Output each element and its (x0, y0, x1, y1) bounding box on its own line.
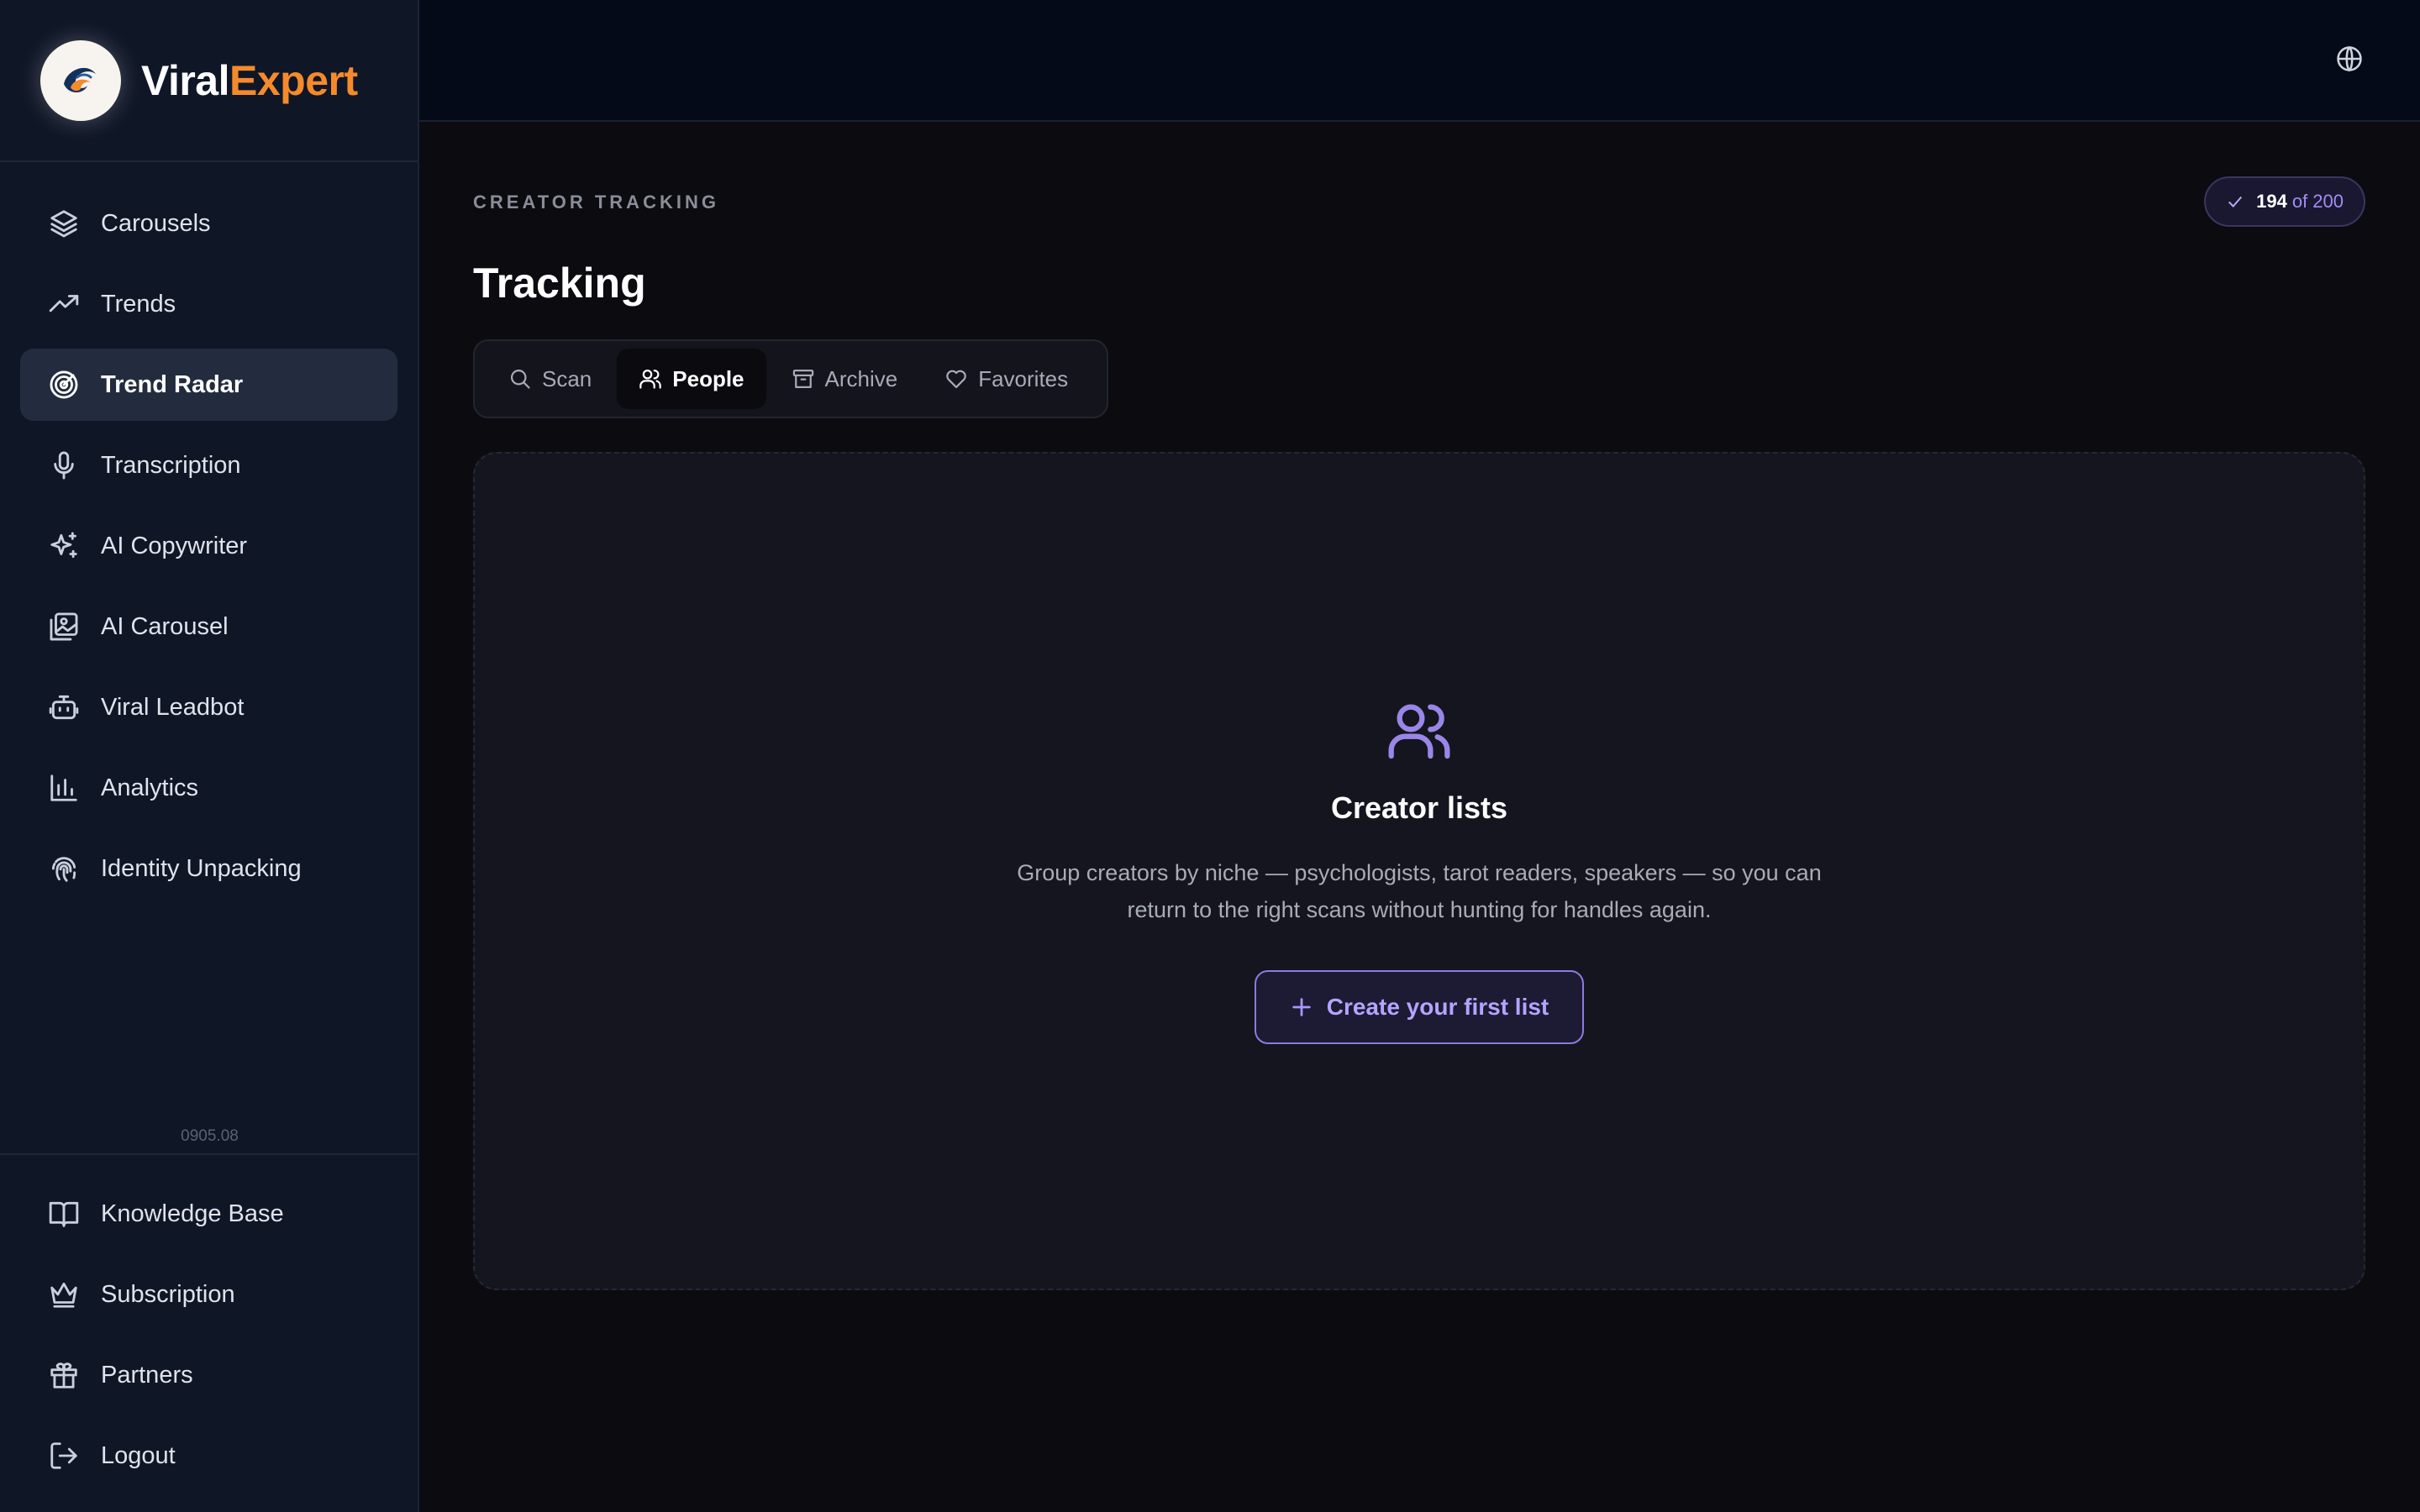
sidebar-item-label: Subscription (101, 1280, 235, 1308)
sidebar: ViralExpert Carousels Trends Trend Radar… (0, 0, 419, 1512)
images-icon (47, 610, 81, 643)
sidebar-item-label: Carousels (101, 209, 211, 237)
quota-used: 194 (2256, 191, 2287, 212)
fingerprint-icon (47, 852, 81, 885)
sidebar-item-label: AI Carousel (101, 612, 229, 640)
sidebar-item-identity-unpacking[interactable]: Identity Unpacking (20, 832, 397, 905)
empty-state-title: Creator lists (1330, 790, 1508, 825)
sidebar-item-label: AI Copywriter (101, 532, 248, 559)
book-icon (47, 1197, 81, 1231)
create-first-list-label: Create your first list (1326, 994, 1549, 1020)
create-first-list-button[interactable]: Create your first list (1254, 970, 1585, 1044)
sidebar-item-carousels[interactable]: Carousels (20, 187, 397, 260)
radar-icon (47, 368, 81, 402)
tab-people[interactable]: People (617, 349, 766, 409)
sidebar-item-label: Trend Radar (101, 370, 244, 398)
brand-logo[interactable] (40, 39, 121, 121)
app: ViralExpert Carousels Trends Trend Radar… (0, 0, 2420, 1512)
brand: ViralExpert (0, 0, 418, 162)
tab-label: People (672, 365, 744, 391)
language-button[interactable] (2333, 42, 2366, 76)
tab-label: Favorites (978, 365, 1069, 391)
tracking-tabs: Scan People Archive Favorites (473, 339, 1108, 418)
trending-up-icon (47, 287, 81, 321)
sidebar-item-label: Logout (101, 1441, 176, 1469)
bar-chart-icon (47, 771, 81, 805)
microphone-icon (47, 449, 81, 482)
logout-icon (47, 1439, 81, 1473)
sidebar-item-partners[interactable]: Partners (20, 1339, 399, 1411)
main-content: CREATOR TRACKING 194 of 200 Tracking Sca… (419, 0, 2420, 1512)
tab-scan[interactable]: Scan (487, 349, 613, 409)
tab-label: Archive (824, 365, 898, 391)
tab-label: Scan (542, 365, 592, 391)
creator-lists-panel: Creator lists Group creators by niche — … (473, 452, 2365, 1290)
sidebar-item-label: Analytics (101, 774, 199, 801)
brand-name-part1: Viral (141, 56, 230, 104)
layers-icon (47, 207, 81, 240)
sidebar-item-transcription[interactable]: Transcription (20, 429, 397, 501)
wave-logo-icon (59, 58, 103, 102)
sidebar-item-label: Viral Leadbot (101, 693, 245, 721)
sidebar-item-viral-leadbot[interactable]: Viral Leadbot (20, 671, 397, 743)
sidebar-item-trend-radar[interactable]: Trend Radar (20, 349, 397, 421)
sidebar-item-ai-carousel[interactable]: AI Carousel (20, 591, 397, 663)
app-version: 0905.08 (181, 1127, 239, 1145)
sidebar-item-label: Transcription (101, 451, 241, 479)
sidebar-item-label: Knowledge Base (101, 1200, 284, 1227)
top-bar (419, 0, 2420, 122)
users-icon (639, 369, 662, 389)
plus-icon (1292, 998, 1311, 1016)
sidebar-item-analytics[interactable]: Analytics (20, 752, 397, 824)
brand-name: ViralExpert (141, 56, 358, 105)
heart-icon (946, 370, 966, 389)
empty-state: Creator lists Group creators by niche — … (475, 697, 2364, 1044)
page-eyebrow: CREATOR TRACKING (473, 192, 719, 213)
tab-archive[interactable]: Archive (770, 349, 920, 409)
search-icon (510, 369, 530, 389)
bot-icon (47, 690, 81, 724)
sidebar-item-label: Identity Unpacking (101, 854, 302, 882)
sidebar-item-logout[interactable]: Logout (20, 1420, 399, 1492)
quota-badge: 194 of 200 (2204, 176, 2365, 227)
archive-icon (792, 369, 813, 389)
page-title: Tracking (473, 260, 646, 307)
sidebar-item-knowledge-base[interactable]: Knowledge Base (20, 1178, 399, 1250)
quota-total: of 200 (2291, 191, 2344, 212)
sidebar-item-trends[interactable]: Trends (20, 268, 397, 340)
crown-icon (47, 1278, 81, 1311)
check-icon (2228, 196, 2243, 207)
brand-name-part2: Expert (229, 56, 358, 104)
gift-icon (47, 1358, 81, 1392)
sidebar-item-label: Trends (101, 290, 176, 318)
tab-favorites[interactable]: Favorites (923, 349, 1090, 409)
users-icon (1386, 697, 1453, 769)
sparkles-icon (47, 529, 81, 563)
sidebar-item-ai-copywriter[interactable]: AI Copywriter (20, 510, 397, 582)
sidebar-nav: Carousels Trends Trend Radar Transcripti… (0, 162, 418, 905)
sidebar-item-subscription[interactable]: Subscription (20, 1258, 399, 1331)
sidebar-item-label: Partners (101, 1361, 193, 1389)
empty-state-description: Group creators by niche — psychologists,… (1017, 860, 1822, 922)
globe-icon (2337, 45, 2362, 72)
sidebar-bottom-nav: Knowledge Base Subscription Partners Log… (0, 1153, 419, 1500)
